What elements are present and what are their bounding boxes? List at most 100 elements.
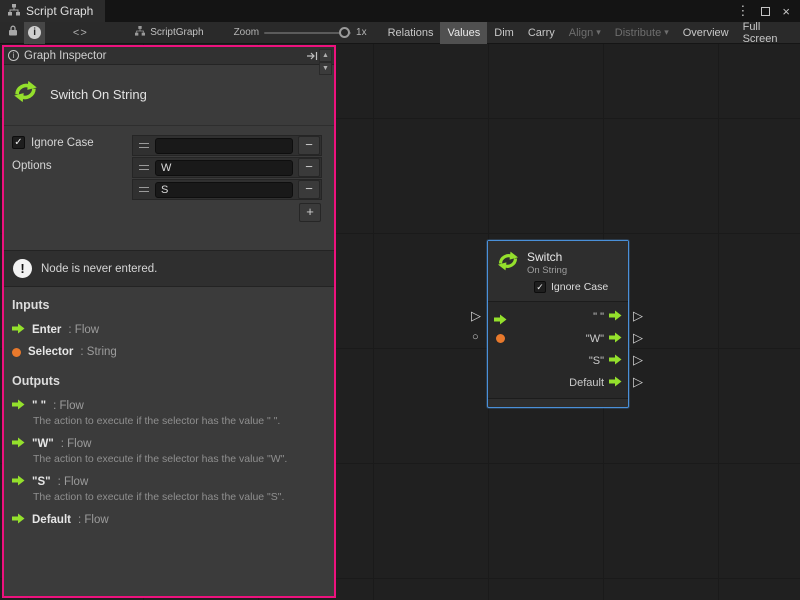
input-port-doc: Enter : Flow <box>12 323 326 337</box>
node-footer <box>488 398 628 407</box>
unity-window: Script Graph ⋮ × i <> ScriptGraph Zoom <box>0 0 800 600</box>
carry-button[interactable]: Carry <box>521 22 562 44</box>
graph-icon <box>135 26 145 39</box>
add-option-button[interactable]: + <box>299 203 321 222</box>
flow-port-outline-icon[interactable]: ▷ <box>471 309 481 322</box>
drag-handle-icon[interactable] <box>133 187 155 192</box>
output-port-doc: " " : Flow <box>12 399 326 413</box>
zoom-slider[interactable] <box>264 22 351 44</box>
chevron-down-icon: ▾ <box>596 27 601 38</box>
output-port-row[interactable]: "S" <box>488 350 628 372</box>
drag-handle-icon[interactable] <box>133 143 155 148</box>
inputs-section-title: Inputs <box>12 298 326 312</box>
node-title: Switch <box>527 251 567 265</box>
node-header[interactable]: Switch On String ✓ Ignore Case <box>488 241 628 301</box>
graph-breadcrumb[interactable]: ScriptGraph <box>135 26 203 39</box>
maximize-icon[interactable] <box>761 7 770 16</box>
node-body: " " "W" "S" Default <box>488 301 628 398</box>
output-port-row[interactable]: Default <box>488 372 628 394</box>
relations-button[interactable]: Relations <box>381 22 441 44</box>
ignore-case-label: Ignore Case <box>551 281 608 293</box>
flow-port-outline-icon[interactable]: ▷ <box>633 353 643 366</box>
inspected-node-title: Switch On String <box>50 87 147 102</box>
info-icon: i <box>28 26 41 39</box>
graph-inspector-panel: ▲ ▼ i Graph Inspector Switch On String ✓… <box>2 45 336 598</box>
input-port-doc: Selector : String <box>12 346 326 358</box>
flow-port-icon[interactable] <box>494 312 507 330</box>
flow-port-icon <box>12 437 25 451</box>
flow-port-icon[interactable] <box>609 332 622 346</box>
ignore-case-checkbox[interactable]: ✓ <box>534 281 546 293</box>
output-port-doc: "W" : Flow <box>12 437 326 451</box>
remove-option-button[interactable]: − <box>298 180 320 199</box>
values-button[interactable]: Values <box>440 22 487 44</box>
outputs-section-title: Outputs <box>12 374 326 388</box>
window-tab-bar: Script Graph ⋮ × <box>0 0 800 22</box>
tab-title: Script Graph <box>26 4 93 18</box>
distribute-dropdown[interactable]: Distribute▾ <box>608 22 676 44</box>
window-controls: ⋮ × <box>736 0 800 22</box>
option-input[interactable] <box>155 138 293 154</box>
flow-port-outline-icon[interactable]: ▷ <box>633 309 643 322</box>
toolbar-buttons: Relations Values Dim Carry Align▾ Distri… <box>381 22 800 44</box>
port-description: The action to execute if the selector ha… <box>33 453 326 466</box>
zoom-value: 1x <box>356 27 367 38</box>
option-row: − <box>132 135 322 156</box>
edit-script-button[interactable]: <> <box>69 22 91 44</box>
scroll-up-icon[interactable]: ▲ <box>319 49 332 62</box>
port-description: The action to execute if the selector ha… <box>33 415 326 428</box>
script-graph-icon <box>8 4 20 19</box>
warning-icon: ! <box>13 259 32 278</box>
flow-port-icon <box>12 513 25 527</box>
flow-port-icon[interactable] <box>609 354 622 368</box>
close-icon[interactable]: × <box>782 4 790 19</box>
switch-icon <box>496 249 520 278</box>
tab-script-graph[interactable]: Script Graph <box>0 0 105 22</box>
lock-icon <box>8 25 18 40</box>
remove-option-button[interactable]: − <box>298 158 320 177</box>
graph-toolbar: i <> ScriptGraph Zoom 1x Relations Value… <box>0 22 800 44</box>
dim-button[interactable]: Dim <box>487 22 521 44</box>
flow-port-outline-icon[interactable]: ▷ <box>633 375 643 388</box>
output-port-doc: "S" : Flow <box>12 475 326 489</box>
switch-icon <box>12 78 39 110</box>
remove-option-button[interactable]: − <box>298 136 320 155</box>
inspector-header[interactable]: i Graph Inspector <box>4 47 334 65</box>
drag-handle-icon[interactable] <box>133 165 155 170</box>
value-port-icon <box>12 348 21 357</box>
window-menu-icon[interactable]: ⋮ <box>736 3 749 19</box>
zoom-label: Zoom <box>234 27 260 38</box>
flow-port-icon <box>12 399 25 413</box>
output-port-row[interactable]: "W" <box>488 328 628 350</box>
value-port-icon[interactable] <box>496 334 505 343</box>
scroll-down-icon[interactable]: ▼ <box>319 62 332 75</box>
flow-port-icon[interactable] <box>609 310 622 324</box>
warning-banner: ! Node is never entered. <box>4 250 334 287</box>
zoom-slider-track[interactable] <box>264 32 351 34</box>
ignore-case-checkbox[interactable]: ✓ <box>12 136 25 149</box>
ports-documentation: Inputs Enter : Flow Selector : String Ou… <box>4 287 334 527</box>
lock-button[interactable] <box>2 22 24 44</box>
output-port-row[interactable]: " " <box>488 306 628 328</box>
option-input[interactable]: S <box>155 182 293 198</box>
node-settings: ✓ Ignore Case Options − W − S − <box>4 126 334 244</box>
ignore-case-label: Ignore Case <box>31 137 94 149</box>
flow-port-outline-icon[interactable]: ▷ <box>633 331 643 344</box>
full-screen-button[interactable]: Full Screen <box>736 22 800 44</box>
option-row: S − <box>132 179 322 200</box>
inspector-toggle-button[interactable]: i <box>24 22 46 44</box>
info-icon: i <box>8 50 19 61</box>
align-dropdown[interactable]: Align▾ <box>562 22 608 44</box>
flow-port-icon <box>12 475 25 489</box>
switch-on-string-node[interactable]: Switch On String ✓ Ignore Case " " <box>487 240 629 408</box>
flow-port-icon[interactable] <box>609 376 622 390</box>
value-port-outline-icon[interactable]: ○ <box>472 332 479 343</box>
overview-button[interactable]: Overview <box>676 22 736 44</box>
output-port-doc: Default : Flow <box>12 513 326 527</box>
node-subtitle: On String <box>527 266 567 277</box>
zoom-slider-handle[interactable] <box>339 27 350 38</box>
option-input[interactable]: W <box>155 160 293 176</box>
dock-icon[interactable] <box>306 51 318 61</box>
node-title-block: Switch On String <box>4 65 334 126</box>
port-description: The action to execute if the selector ha… <box>33 491 326 504</box>
